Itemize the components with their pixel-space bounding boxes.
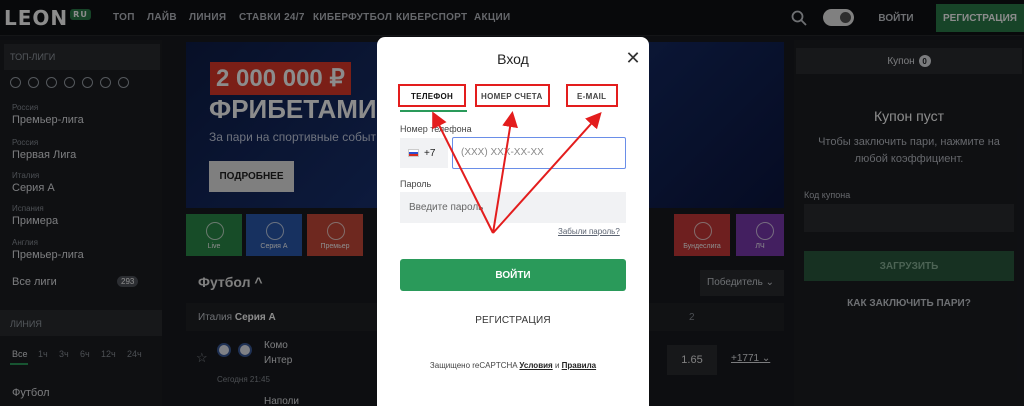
recaptcha-privacy-link[interactable]: Правила <box>562 361 596 370</box>
recaptcha-terms-link[interactable]: Условия <box>519 361 552 370</box>
modal-register-link[interactable]: РЕГИСТРАЦИЯ <box>400 315 626 326</box>
recaptcha-notice: Защищено reCAPTCHA Условия и Правила <box>429 361 597 370</box>
login-submit-button[interactable]: ВОЙТИ <box>400 259 626 291</box>
annotation-arrows <box>432 111 602 234</box>
